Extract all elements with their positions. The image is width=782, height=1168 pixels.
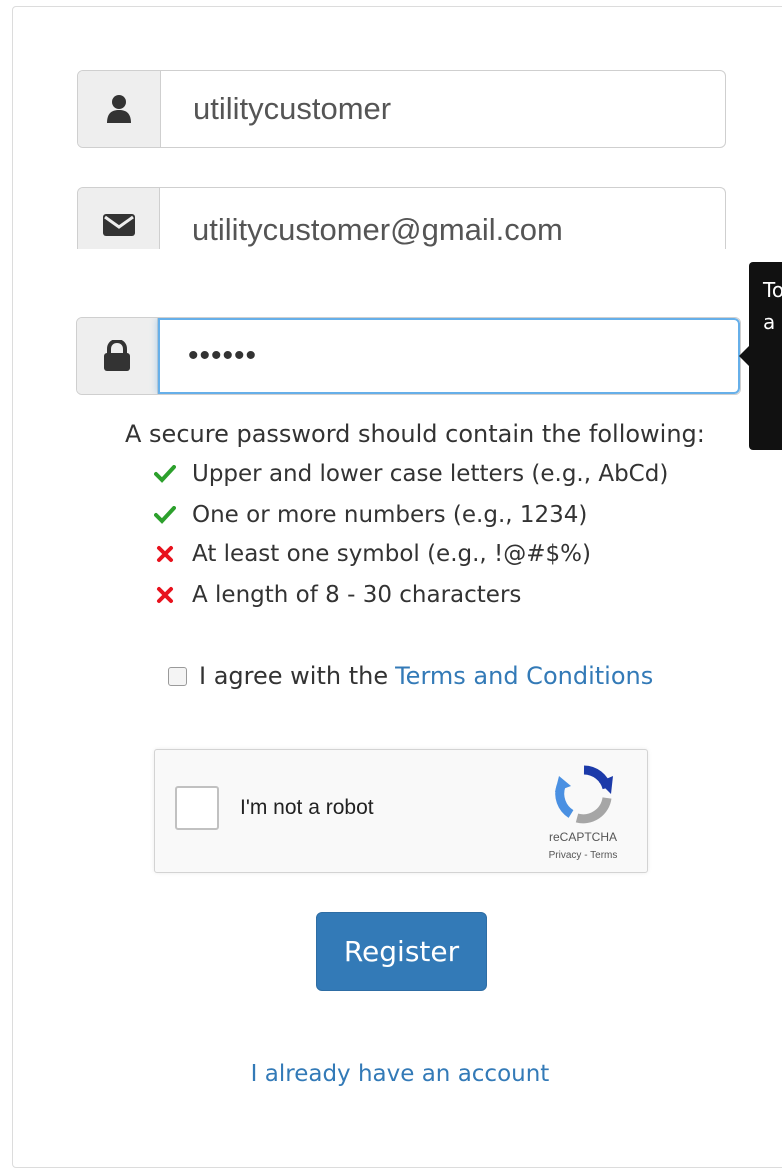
user-icon bbox=[107, 95, 131, 123]
password-tooltip: To a bbox=[749, 262, 782, 450]
register-button[interactable]: Register bbox=[316, 912, 487, 991]
check-icon bbox=[154, 465, 176, 483]
password-field[interactable]: •••••• bbox=[76, 317, 741, 395]
terms-checkbox[interactable] bbox=[168, 666, 187, 686]
username-input[interactable]: utilitycustomer bbox=[161, 71, 725, 147]
recaptcha-widget: I'm not a robot reCAPTCHA Privacy - Term… bbox=[154, 749, 648, 873]
lock-icon bbox=[104, 340, 130, 371]
email-field[interactable]: utilitycustomer@gmail.com bbox=[77, 187, 726, 249]
terms-row: I agree with the Terms and Conditions bbox=[168, 662, 653, 690]
cross-icon bbox=[157, 587, 173, 603]
rule-label: Upper and lower case letters (e.g., AbCd… bbox=[192, 461, 669, 487]
rule-item: At least one symbol (e.g., !@#$%) bbox=[152, 541, 591, 567]
rule-item: Upper and lower case letters (e.g., AbCd… bbox=[152, 461, 668, 487]
cross-icon bbox=[157, 546, 173, 562]
envelope-icon bbox=[102, 214, 135, 236]
rule-item: A length of 8 - 30 characters bbox=[152, 582, 521, 608]
recaptcha-checkbox[interactable] bbox=[175, 786, 219, 830]
username-field[interactable]: utilitycustomer bbox=[77, 70, 726, 148]
tooltip-line-2: a bbox=[763, 310, 776, 334]
password-addon bbox=[77, 318, 158, 394]
rule-label: One or more numbers (e.g., 1234) bbox=[192, 502, 588, 528]
terms-link[interactable]: Terms and Conditions bbox=[395, 662, 653, 690]
rule-item: One or more numbers (e.g., 1234) bbox=[152, 502, 587, 528]
recaptcha-logo-icon bbox=[555, 765, 613, 824]
email-addon bbox=[78, 188, 160, 249]
recaptcha-label: I'm not a robot bbox=[240, 796, 374, 819]
tooltip-arrow bbox=[739, 346, 749, 366]
rule-label: A length of 8 - 30 characters bbox=[192, 582, 522, 608]
password-rules-title: A secure password should contain the fol… bbox=[125, 420, 705, 448]
terms-prefix: I agree with the bbox=[199, 662, 389, 690]
already-have-account-link[interactable]: I already have an account bbox=[251, 1061, 550, 1087]
rule-label: At least one symbol (e.g., !@#$%) bbox=[192, 541, 592, 567]
username-addon bbox=[78, 71, 161, 147]
tooltip-line-1: To bbox=[763, 278, 782, 302]
recaptcha-brand: reCAPTCHA bbox=[548, 830, 617, 844]
password-input[interactable]: •••••• bbox=[158, 318, 740, 394]
recaptcha-links[interactable]: Privacy - Terms bbox=[537, 850, 629, 861]
login-link-row: I already have an account bbox=[0, 1061, 782, 1087]
check-icon bbox=[154, 506, 176, 524]
email-input[interactable]: utilitycustomer@gmail.com bbox=[160, 188, 725, 249]
